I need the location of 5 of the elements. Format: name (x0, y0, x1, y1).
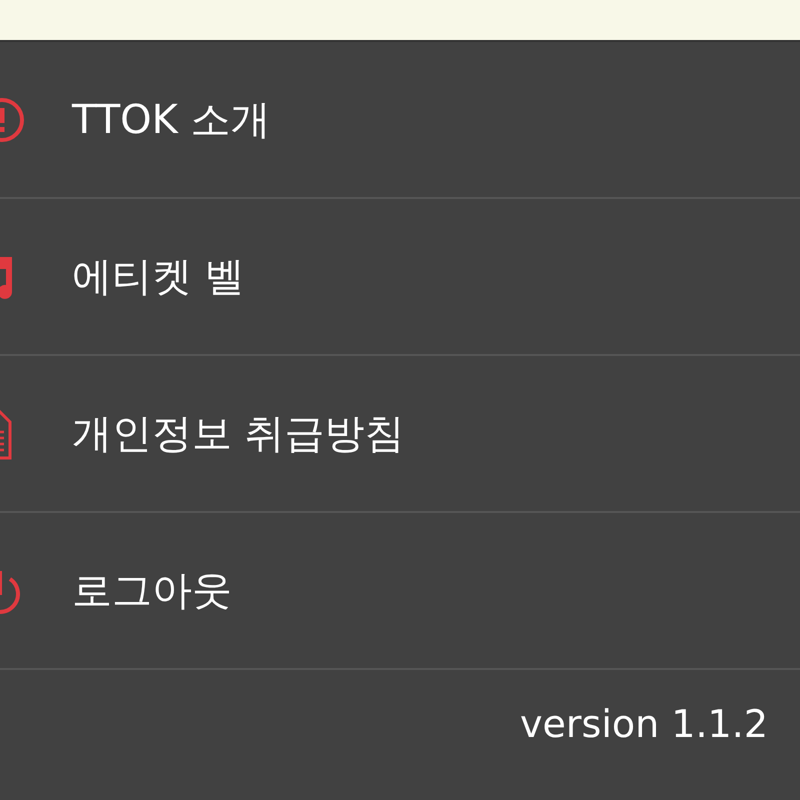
version-label: version 1.1.2 (520, 702, 768, 746)
menu-item[interactable]: 개인정보 취급방침 (0, 356, 800, 511)
menu-item[interactable]: 에티켓 벨 (0, 199, 800, 354)
menu-item[interactable]: TTOK 소개 (0, 42, 800, 197)
menu-item[interactable]: 로그아웃 (0, 513, 800, 668)
